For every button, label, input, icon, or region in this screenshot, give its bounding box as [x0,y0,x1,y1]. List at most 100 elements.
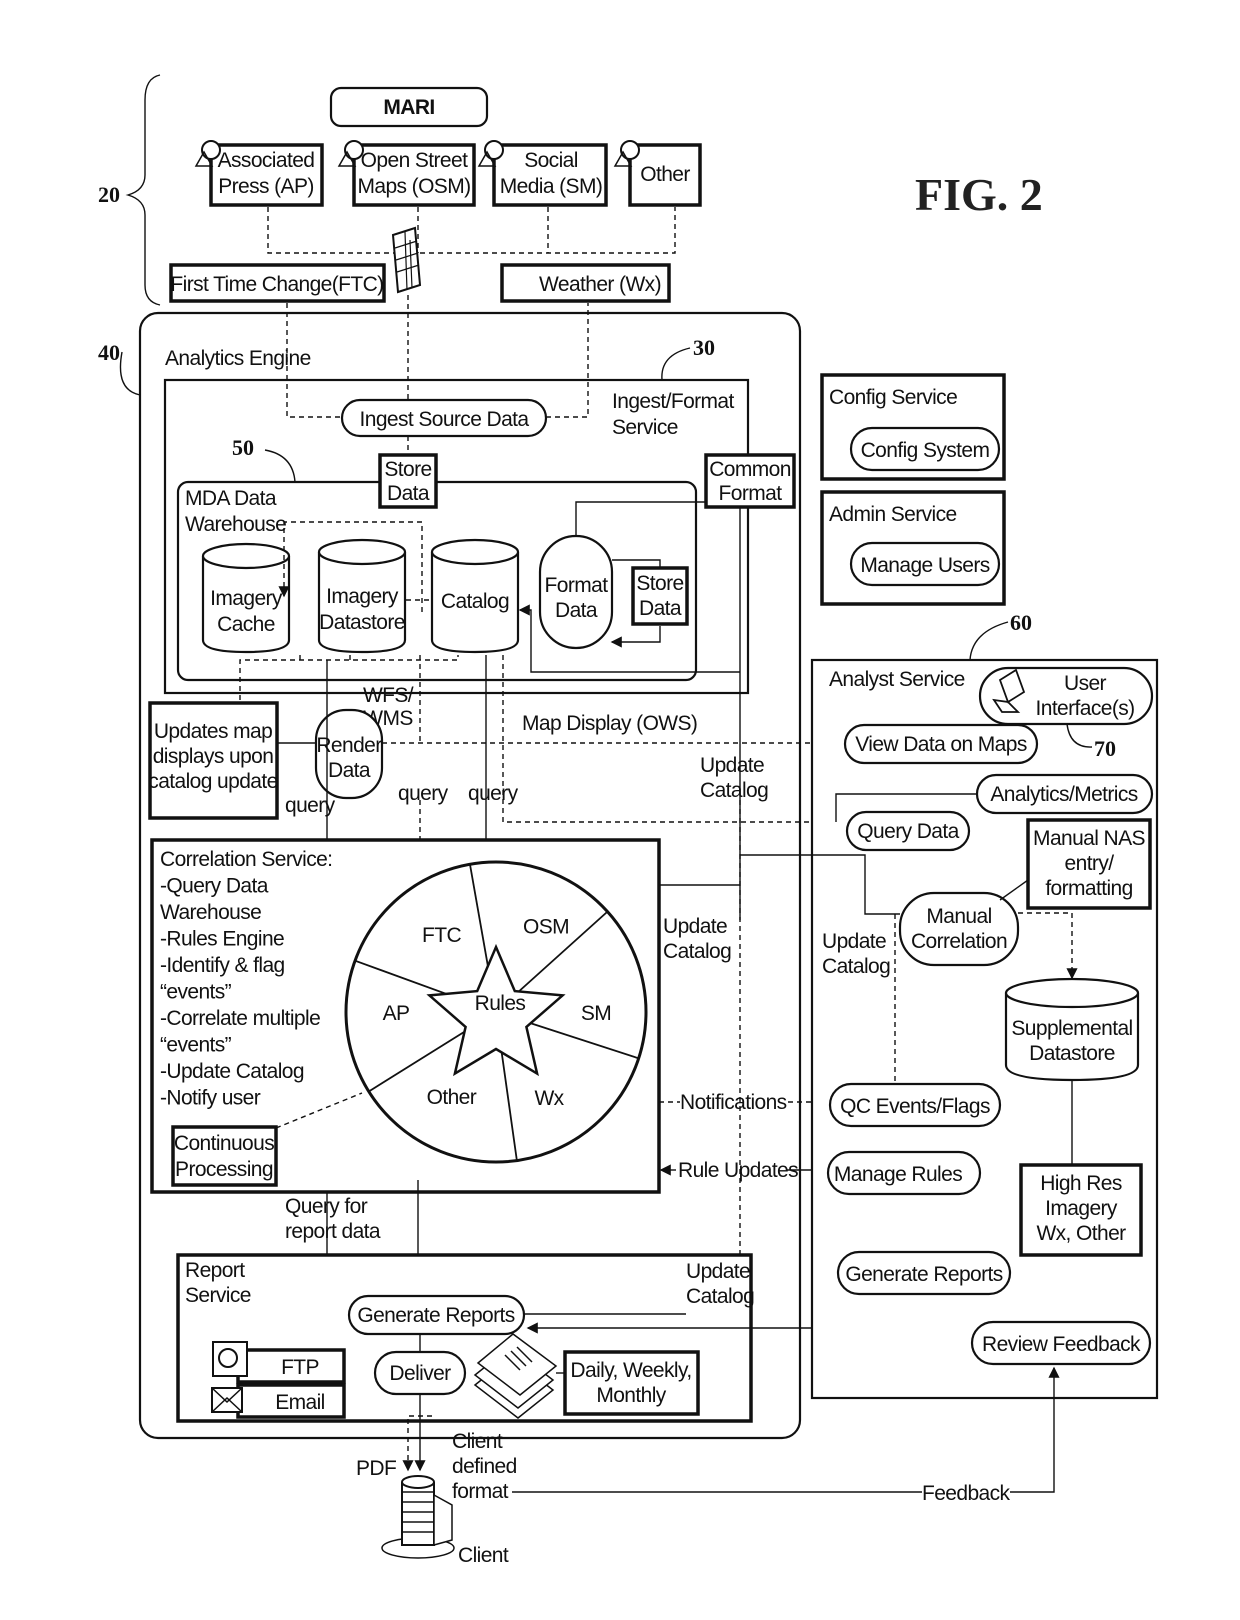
rules-wheel[interactable]: Rules FTC OSM SM Wx Other AP [344,860,648,1164]
schedule-line1: Daily, Weekly, [570,1359,691,1382]
source-osm[interactable]: Open Street Maps (OSM) [337,140,476,207]
render-data-node[interactable]: Render Data [314,708,384,800]
manual-corr-line2: Correlation [911,930,1007,953]
view-maps-label: View Data on Maps [855,733,1027,756]
firewall-icon [391,226,422,294]
manage-rules-button[interactable]: Manage Rules [826,1150,982,1196]
ref-40: 40 [98,340,120,365]
analytics-metrics-button[interactable]: Analytics/Metrics [975,773,1154,815]
updates-map-line3: catalog update [148,770,277,793]
format-data-node[interactable]: Format Data [538,534,614,650]
client-defined-line2: defined [452,1455,517,1478]
high-res-imagery-box[interactable]: High Res Imagery Wx, Other [1019,1163,1143,1257]
source-other[interactable]: Other [613,140,702,207]
correlation-line: -Identify & flag [160,954,285,977]
deliver-label: Deliver [389,1362,451,1385]
client-defined-line1: Client [452,1430,503,1453]
catalog-label: Catalog [441,590,509,613]
config-service-title: Config Service [829,386,957,409]
correlation-line: -Query Data [160,875,269,898]
generate-reports-analyst-button[interactable]: Generate Reports [836,1250,1012,1296]
updates-map-box[interactable]: Updates map displays upon catalog update [148,701,279,820]
update-catalog-2-line2: Catalog [663,940,731,963]
continuous-line2: Processing [175,1158,273,1181]
manual-nas-line3: formatting [1045,877,1132,900]
high-res-line3: Wx, Other [1036,1222,1126,1245]
imagery-datastore-db[interactable]: Imagery Datastore [317,538,407,654]
common-format-line1: Common [709,458,791,481]
source-other-label: Other [640,163,690,186]
source-connector [267,207,676,254]
map-display-label: Map Display (OWS) [522,712,697,735]
common-format-box[interactable]: Common Format [704,453,796,509]
query-label-2: query [398,782,449,805]
ingest-source-data-label: Ingest Source Data [360,408,530,431]
supplemental-datastore-db[interactable]: Supplemental Datastore [1004,977,1140,1082]
manage-users-button[interactable]: Manage Users [849,541,1001,587]
manage-rules-label: Manage Rules [834,1163,962,1186]
notifications-label: Notifications [680,1091,787,1114]
pdf-label: PDF [356,1457,396,1480]
email-option[interactable]: Email [211,1383,346,1419]
email-label: Email [275,1391,325,1414]
review-feedback-button[interactable]: Review Feedback [970,1320,1152,1366]
store-data-inner-line2: Data [639,597,682,620]
supplemental-line1: Supplemental [1011,1017,1132,1040]
mari-label: MARI [383,96,434,119]
user-interface-node[interactable]: User Interface(s) [978,666,1154,726]
source-ap[interactable]: Associated Press (AP) [194,140,324,207]
updates-map-line2: displays upon [153,745,274,768]
ingest-source-data-button[interactable]: Ingest Source Data [340,398,548,438]
qc-events-label: QC Events/Flags [840,1095,990,1118]
source-sm-line2: Media (SM) [500,175,603,198]
source-ftc[interactable]: First Time Change(FTC) [169,263,386,303]
source-wx[interactable]: Weather (Wx) [500,263,671,303]
generate-reports-analyst-label: Generate Reports [845,1263,1002,1286]
manage-users-label: Manage Users [860,554,989,577]
report-update-catalog-line2: Catalog [686,1285,754,1308]
manual-corr-line1: Manual [926,905,991,928]
analyst-update-catalog-line2: Catalog [822,955,890,978]
client-label: Client [458,1544,509,1567]
supplemental-line2: Datastore [1029,1042,1115,1065]
brace-20 [125,74,161,306]
manual-nas-box[interactable]: Manual NAS entry/ formatting [1026,818,1152,910]
qc-events-button[interactable]: QC Events/Flags [828,1082,1002,1128]
config-system-button[interactable]: Config System [849,426,1001,472]
source-ap-line2: Press (AP) [218,175,314,198]
wheel-segment-label: Other [427,1086,477,1109]
analytics-label: Analytics/Metrics [990,783,1137,806]
store-data-top-line2: Data [387,482,430,505]
wheel-segment-label: OSM [523,915,569,938]
figure-title: FIG. 2 [915,169,1043,220]
source-osm-line1: Open Street [361,149,468,172]
ingest-service-title-line2: Service [612,416,678,439]
query-report-line2: report data [285,1220,381,1243]
analyst-update-catalog-line1: Update [822,930,886,953]
mari-box[interactable]: MARI [329,86,489,128]
store-data-top[interactable]: Store Data [378,453,438,509]
imagery-cache-db[interactable]: Imagery Cache [201,542,291,654]
source-sm[interactable]: Social Media (SM) [477,140,608,207]
update-catalog-1-line1: Update [700,754,764,777]
schedule-box[interactable]: Daily, Weekly, Monthly [563,1350,700,1416]
source-osm-line2: Maps (OSM) [357,175,470,198]
view-data-on-maps-button[interactable]: View Data on Maps [843,723,1039,765]
update-catalog-1-line2: Catalog [700,779,768,802]
architecture-diagram: FIG. 2 20 MARI Associated Press (AP) Ope… [98,74,1159,1567]
correlation-line: “events” [160,981,232,1004]
wheel-segment-label: Wx [534,1087,564,1110]
wfs-label-line1: WFS/ [363,684,414,707]
ref-50: 50 [232,435,254,460]
catalog-db[interactable]: Catalog [430,538,520,654]
query-data-label: Query Data [857,820,959,843]
manual-correlation-node[interactable]: Manual Correlation [898,891,1020,967]
store-data-inner[interactable]: Store Data [631,566,689,626]
query-data-button[interactable]: Query Data [845,810,971,852]
ref-60-leader [969,621,1009,661]
continuous-processing-box[interactable]: Continuous Processing [171,1125,278,1187]
deliver-button[interactable]: Deliver [373,1350,467,1396]
ingest-service-title-line1: Ingest/Format [612,390,735,413]
high-res-line1: High Res [1040,1172,1122,1195]
generate-reports-button[interactable]: Generate Reports [347,1294,526,1336]
